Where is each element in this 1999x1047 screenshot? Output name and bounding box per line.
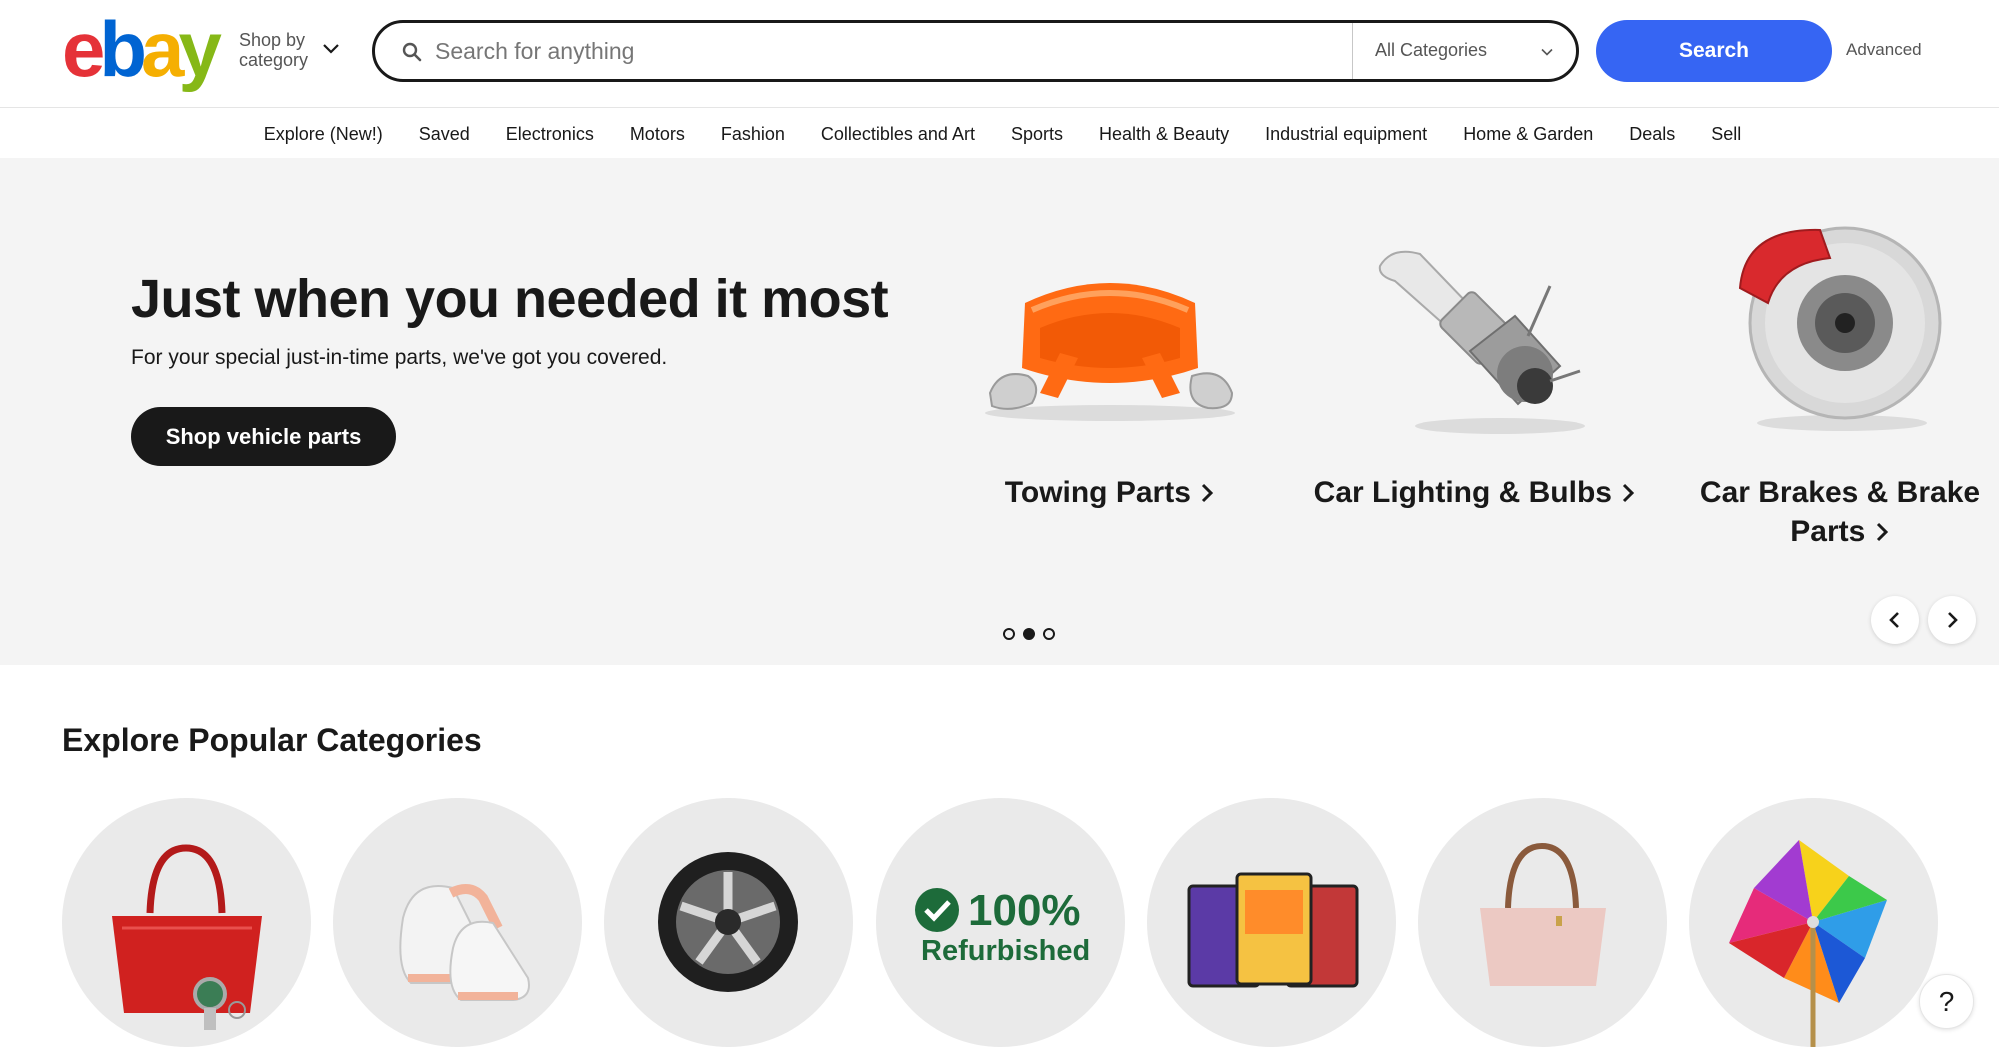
logo-letter-y: y — [178, 5, 221, 93]
chevron-right-icon — [1623, 483, 1635, 503]
tote-bag-icon — [1480, 842, 1606, 986]
chevron-right-icon — [1876, 522, 1888, 542]
search-input[interactable] — [435, 31, 1315, 71]
carousel-dots — [1003, 628, 1055, 640]
carousel-next-button[interactable] — [1928, 596, 1976, 644]
wheel-icon — [658, 852, 798, 992]
global-header: e b a y Shop by category All Categories … — [0, 0, 1999, 108]
logo-letter-e: e — [62, 5, 105, 93]
category-nav: Explore (New!) Saved Electronics Motors … — [0, 110, 1999, 158]
chevron-left-icon — [1889, 612, 1899, 628]
category-circle-handbags[interactable] — [1418, 798, 1667, 1047]
tow-strap-icon — [985, 283, 1235, 421]
hero-title: Just when you needed it most — [131, 269, 889, 329]
search-icon — [402, 42, 422, 62]
nav-item-sell[interactable]: Sell — [1711, 124, 1741, 145]
search-bar: All Categories — [372, 20, 1579, 82]
category-circle-toys[interactable] — [1689, 798, 1938, 1047]
headlight-bulb-icon — [1378, 250, 1585, 434]
brake-disc-icon — [1738, 226, 1942, 431]
nav-item-collectibles[interactable]: Collectibles and Art — [821, 124, 975, 145]
refurbished-label: Refurbished — [921, 935, 1091, 967]
category-circle-luxury[interactable] — [62, 798, 311, 1047]
carousel-prev-button[interactable] — [1871, 596, 1919, 644]
nav-item-industrial[interactable]: Industrial equipment — [1265, 124, 1427, 145]
nav-item-saved[interactable]: Saved — [419, 124, 470, 145]
help-button[interactable]: ? — [1919, 974, 1974, 1029]
category-select-label: All Categories — [1375, 40, 1488, 60]
hero-card-label: Towing Parts — [960, 473, 1260, 512]
nav-item-electronics[interactable]: Electronics — [506, 124, 594, 145]
carousel-dot-2[interactable] — [1023, 628, 1035, 640]
trading-cards-icon — [1187, 872, 1359, 988]
category-circle-wheels[interactable] — [604, 798, 853, 1047]
hero-banner: Just when you needed it most For your sp… — [0, 158, 1999, 665]
nav-item-explore[interactable]: Explore (New!) — [264, 124, 383, 145]
hero-card-label: Car Brakes & Brake Parts — [1690, 473, 1990, 551]
hero-card-lighting[interactable]: Car Lighting & Bulbs — [1310, 218, 1640, 598]
carousel-dot-3[interactable] — [1043, 628, 1055, 640]
category-circle-sneakers[interactable] — [333, 798, 582, 1047]
nav-item-home-garden[interactable]: Home & Garden — [1463, 124, 1593, 145]
pinwheel-icon — [1729, 840, 1887, 1047]
chevron-down-icon — [323, 44, 339, 54]
sneakers-icon — [399, 884, 530, 1001]
category-circle-trading-cards[interactable] — [1147, 798, 1396, 1047]
hero-card-brakes[interactable]: Car Brakes & Brake Parts — [1690, 218, 1990, 618]
logo-letter-b: b — [99, 5, 147, 93]
category-circle-refurbished[interactable]: 100% Refurbished — [876, 798, 1125, 1047]
nav-item-health-beauty[interactable]: Health & Beauty — [1099, 124, 1229, 145]
hero-card-label-text: Car Brakes & Brake Parts — [1699, 476, 1981, 548]
hero-card-label: Car Lighting & Bulbs — [1310, 473, 1640, 512]
nav-item-sports[interactable]: Sports — [1011, 124, 1063, 145]
category-select[interactable]: All Categories — [1352, 23, 1576, 79]
chevron-down-icon — [1541, 48, 1553, 56]
shop-by-category-label: Shop by category — [239, 30, 309, 70]
chevron-right-icon — [1948, 612, 1958, 628]
ebay-logo[interactable]: e b a y — [62, 5, 222, 93]
hero-card-towing[interactable]: Towing Parts — [960, 218, 1260, 598]
nav-item-deals[interactable]: Deals — [1629, 124, 1675, 145]
nav-item-fashion[interactable]: Fashion — [721, 124, 785, 145]
chevron-right-icon — [1202, 483, 1214, 503]
shop-by-category-button[interactable]: Shop by category — [239, 30, 349, 74]
popular-categories-title: Explore Popular Categories — [62, 722, 482, 758]
advanced-search-link[interactable]: Advanced — [1846, 40, 1922, 60]
hero-card-label-text: Towing Parts — [1004, 476, 1191, 509]
refurbished-percent: 100% — [968, 886, 1081, 935]
shop-vehicle-parts-button[interactable]: Shop vehicle parts — [131, 407, 396, 466]
search-button[interactable]: Search — [1596, 20, 1832, 82]
nav-item-motors[interactable]: Motors — [630, 124, 685, 145]
handbag-watch-icon — [112, 844, 262, 1030]
hero-subtitle: For your special just-in-time parts, we'… — [131, 346, 668, 369]
carousel-dot-1[interactable] — [1003, 628, 1015, 640]
hero-card-label-text: Car Lighting & Bulbs — [1313, 476, 1612, 509]
logo-letter-a: a — [141, 5, 184, 93]
